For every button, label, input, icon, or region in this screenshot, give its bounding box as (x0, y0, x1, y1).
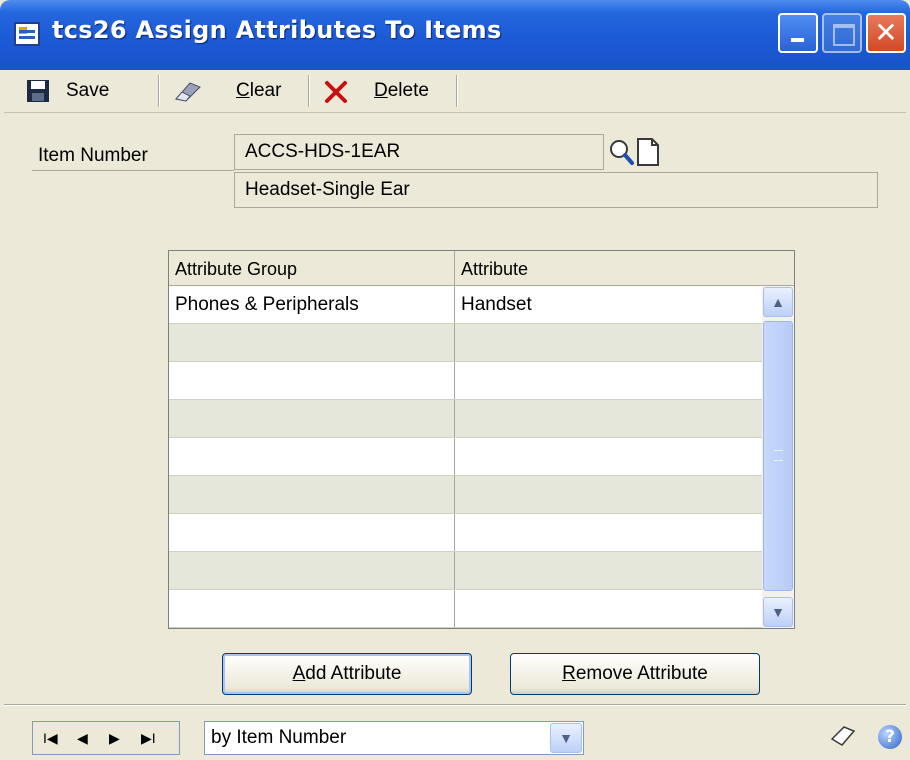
scroll-thumb[interactable] (763, 321, 793, 591)
clear-button[interactable]: Clear (170, 74, 288, 108)
delete-label: Delete (374, 80, 429, 101)
remove-attribute-button[interactable]: Remove Attribute (510, 653, 760, 695)
eraser-icon (175, 82, 201, 102)
cell-attribute[interactable] (455, 400, 762, 437)
grid-vertical-scrollbar[interactable]: ▲ ▼ (762, 286, 794, 628)
scroll-down-button[interactable]: ▼ (763, 597, 793, 627)
window-title: tcs26 Assign Attributes To Items (52, 16, 502, 44)
cell-attribute[interactable] (455, 438, 762, 475)
cell-attribute-group[interactable] (169, 438, 455, 475)
table-row[interactable] (169, 400, 762, 438)
grid-header: Attribute Group Attribute (169, 251, 794, 286)
blank-note-icon (637, 138, 659, 166)
column-header-attribute[interactable]: Attribute (455, 251, 762, 285)
cell-attribute-group[interactable] (169, 362, 455, 399)
save-button[interactable]: Save (22, 74, 138, 108)
toolbar-separator (308, 75, 310, 107)
cell-attribute[interactable] (455, 590, 762, 627)
item-number-field[interactable]: ACCS-HDS-1EAR (234, 134, 604, 170)
window: tcs26 Assign Attributes To Items ✕ Save … (0, 0, 910, 760)
delete-button[interactable]: Delete (320, 74, 446, 108)
note-icon (830, 726, 856, 746)
cell-attribute[interactable]: Handset (455, 286, 762, 323)
note-button[interactable] (636, 137, 660, 167)
cell-attribute-group[interactable] (169, 476, 455, 513)
save-label: Save (66, 80, 110, 101)
cell-attribute[interactable] (455, 514, 762, 551)
cell-attribute-group[interactable] (169, 324, 455, 361)
table-row[interactable] (169, 590, 762, 628)
first-record-button[interactable]: I◀ (43, 722, 58, 754)
magnifier-icon (610, 140, 634, 165)
toolbar-separator (456, 75, 458, 107)
lookup-button[interactable] (608, 138, 634, 166)
table-row[interactable] (169, 438, 762, 476)
cell-attribute[interactable] (455, 552, 762, 589)
cell-attribute[interactable] (455, 324, 762, 361)
table-row[interactable]: Phones & Peripherals Handset (169, 286, 762, 324)
attributes-grid: Attribute Group Attribute Phones & Perip… (168, 250, 795, 629)
record-navigation: I◀ ◀ ▶ ▶I (32, 721, 180, 755)
last-record-button[interactable]: ▶I (141, 722, 156, 754)
previous-record-button[interactable]: ◀ (77, 722, 88, 754)
add-attribute-button[interactable]: Add Attribute (222, 653, 472, 695)
scroll-up-button[interactable]: ▲ (763, 287, 793, 317)
table-row[interactable] (169, 476, 762, 514)
table-row[interactable] (169, 552, 762, 590)
minimize-button[interactable] (778, 13, 818, 53)
next-record-button[interactable]: ▶ (109, 722, 120, 754)
toolbar-separator (158, 75, 160, 107)
cell-attribute[interactable] (455, 362, 762, 399)
help-icon[interactable]: ? (878, 725, 902, 749)
window-form-icon (14, 22, 40, 46)
cell-attribute-group[interactable] (169, 552, 455, 589)
close-icon: ✕ (874, 16, 898, 49)
maximize-button[interactable] (822, 13, 862, 53)
chevron-down-icon[interactable]: ▼ (550, 723, 582, 753)
cell-attribute-group[interactable] (169, 514, 455, 551)
label-underline (32, 170, 234, 171)
column-header-attribute-group[interactable]: Attribute Group (169, 251, 455, 285)
table-row[interactable] (169, 324, 762, 362)
browse-bar: I◀ ◀ ▶ ▶I by Item Number ▼ ? (4, 704, 906, 760)
sort-order-select[interactable]: by Item Number ▼ (204, 721, 584, 755)
item-number-label: Item Number (38, 145, 148, 166)
note-button[interactable] (830, 725, 856, 747)
delete-x-icon (325, 81, 347, 103)
table-row[interactable] (169, 514, 762, 552)
title-bar[interactable]: tcs26 Assign Attributes To Items ✕ (0, 0, 910, 70)
sort-order-value: by Item Number (211, 727, 347, 748)
cell-attribute-group[interactable] (169, 400, 455, 437)
floppy-disk-icon (27, 80, 49, 102)
cell-attribute-group[interactable]: Phones & Peripherals (169, 286, 455, 323)
table-row[interactable] (169, 362, 762, 400)
item-description-field: Headset-Single Ear (234, 172, 878, 208)
clear-label: Clear (236, 80, 282, 101)
toolbar: Save Clear Delete (4, 70, 906, 113)
cell-attribute-group[interactable] (169, 590, 455, 627)
cell-attribute[interactable] (455, 476, 762, 513)
close-button[interactable]: ✕ (866, 13, 906, 53)
